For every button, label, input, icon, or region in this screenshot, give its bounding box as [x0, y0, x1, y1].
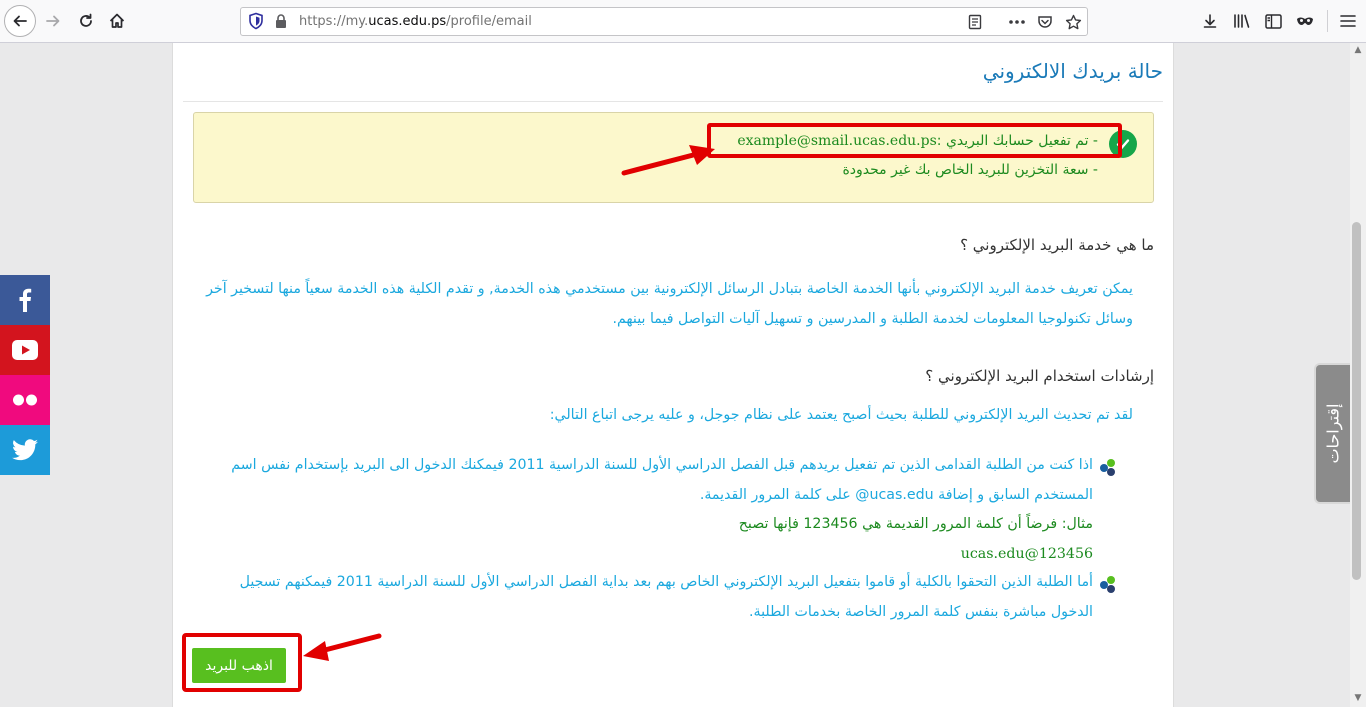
arrow-left-icon — [13, 15, 27, 27]
flickr-icon — [13, 394, 37, 406]
bookmark-star-icon[interactable] — [1063, 12, 1083, 32]
section-heading-what-is: ما هي خدمة البريد الإلكتروني ؟ — [960, 236, 1154, 254]
reader-view-icon[interactable] — [965, 12, 985, 32]
suggestions-tab[interactable]: إقتراحات — [1314, 363, 1350, 504]
url-text[interactable]: https://my.ucas.edu.ps/profile/email — [299, 14, 532, 29]
annotation-arrow-icon — [621, 145, 715, 176]
email-status-card: حالة بريدك الالكتروني - تم تفعيل حسابك ا… — [172, 43, 1174, 707]
guideline-item-new-students: أما الطلبة الذين التحقوا بالكلية أو قامو… — [193, 568, 1093, 627]
download-icon — [1203, 14, 1217, 28]
bullet-dots-icon — [1100, 576, 1115, 593]
browser-toolbar: https://my.ucas.edu.ps/profile/email — [0, 0, 1366, 43]
example-line: مثال: فرضاً أن كلمة المرور القديمة هي 12… — [738, 516, 1093, 532]
page-title: حالة بريدك الالكتروني — [982, 59, 1163, 83]
twitter-icon — [12, 439, 38, 461]
youtube-link[interactable] — [0, 325, 50, 375]
home-icon — [109, 13, 125, 28]
more-actions-icon[interactable] — [1007, 12, 1027, 32]
home-button[interactable] — [102, 6, 132, 36]
scroll-up-arrow-icon[interactable]: ▲ — [1352, 45, 1364, 55]
storage-message: - سعة التخزين للبريد الخاص بك غير محدودة — [842, 162, 1098, 178]
forward-button[interactable] — [38, 6, 68, 36]
arrow-right-icon — [46, 15, 60, 27]
reload-button[interactable] — [71, 6, 101, 36]
scroll-down-arrow-icon[interactable]: ▼ — [1352, 693, 1364, 703]
back-button[interactable] — [4, 5, 36, 37]
annotation-arrow-icon — [303, 633, 382, 661]
guideline-text: أما الطلبة الذين التحقوا بالكلية أو قامو… — [239, 574, 1093, 620]
sidebar-button[interactable] — [1258, 6, 1288, 36]
library-icon — [1234, 14, 1250, 28]
twitter-link[interactable] — [0, 425, 50, 475]
facebook-link[interactable] — [0, 275, 50, 325]
example-value: ucas.edu@123456 — [960, 545, 1093, 562]
downloads-button[interactable] — [1195, 6, 1225, 36]
lock-icon[interactable] — [274, 13, 288, 29]
library-button[interactable] — [1227, 6, 1257, 36]
menu-button[interactable] — [1333, 6, 1363, 36]
guidelines-intro: لقد تم تحديث البريد الإلكتروني للطلبة بح… — [549, 407, 1133, 423]
highlight-box-email — [707, 123, 1122, 158]
private-mask-button[interactable] — [1290, 6, 1320, 36]
sidebar-icon — [1264, 13, 1282, 29]
guideline-item-old-students: اذا كنت من الطلبة القدامى الذين تم تفعيل… — [193, 451, 1093, 569]
guideline-text: اذا كنت من الطلبة القدامى الذين تم تفعيل… — [231, 457, 1093, 503]
title-divider — [183, 101, 1163, 102]
facebook-icon — [19, 288, 32, 312]
activation-alert: - تم تفعيل حسابك البريدي :example@smail.… — [193, 112, 1154, 203]
pocket-icon[interactable] — [1035, 12, 1055, 32]
suggestions-label: إقتراحات — [1323, 403, 1343, 464]
bullet-dots-icon — [1100, 459, 1115, 476]
mask-icon — [1297, 17, 1313, 25]
flickr-link[interactable] — [0, 375, 50, 425]
reload-icon — [80, 13, 92, 27]
toolbar-separator — [1327, 10, 1328, 32]
scrollbar-thumb[interactable] — [1352, 222, 1361, 580]
tracking-shield-icon[interactable] — [247, 12, 265, 30]
youtube-icon — [12, 340, 38, 360]
section-heading-guidelines: إرشادات استخدام البريد الإلكتروني ؟ — [925, 367, 1154, 385]
hamburger-menu-icon — [1340, 15, 1356, 27]
section-paragraph-what-is: يمكن تعريف خدمة البريد الإلكتروني بأنها … — [206, 281, 1133, 327]
highlight-box-button — [182, 633, 302, 692]
url-bar[interactable]: https://my.ucas.edu.ps/profile/email — [240, 7, 1088, 36]
